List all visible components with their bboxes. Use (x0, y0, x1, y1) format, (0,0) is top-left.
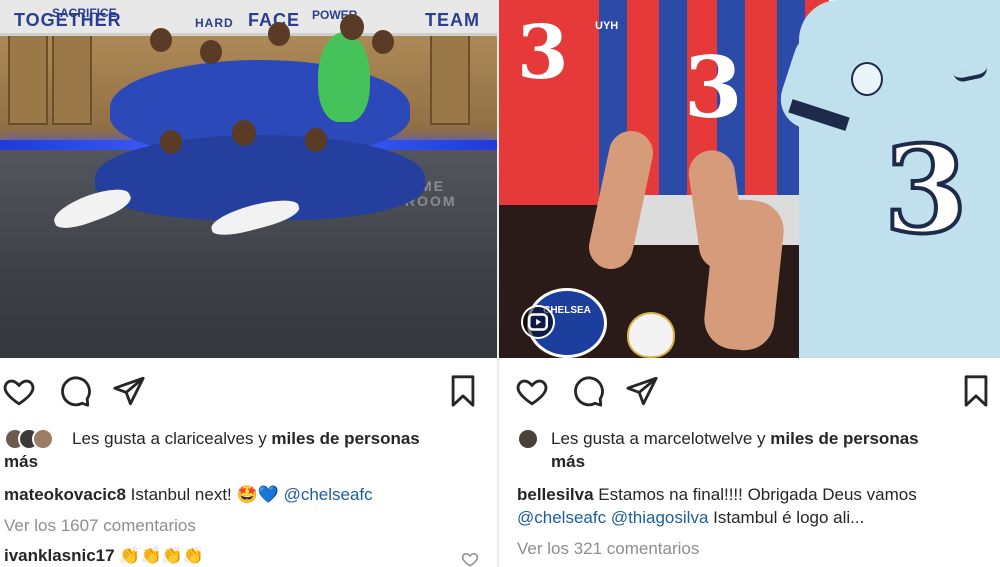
likes-connector: y (258, 429, 267, 448)
likes-others[interactable]: miles de personas (770, 429, 918, 448)
shirt-text: UYH (595, 20, 619, 32)
sponsor-logo: 3 (517, 10, 569, 96)
comment-username[interactable]: ivanklasnic17 (4, 546, 115, 565)
paper-plane-icon[interactable] (625, 374, 659, 408)
caption-mention[interactable]: @thiagosilva (611, 508, 709, 527)
view-comments-link[interactable]: Ver los 321 comentarios (517, 539, 699, 559)
locker-cabinet (8, 30, 48, 125)
chelsea-crest-icon (851, 62, 883, 96)
instagram-post-left: TOGETHER SACRIFICE HARD FACE POWER TEAM … (0, 0, 497, 567)
caption-mention[interactable]: @chelseafc (284, 485, 373, 504)
comment-like-heart-icon[interactable] (461, 550, 479, 567)
likes-others[interactable]: miles de personas (271, 429, 419, 448)
sponsor-logo: 3 (684, 38, 743, 137)
post-caption: bellesilva Estamos na final!!!! Obrigada… (517, 483, 994, 529)
paper-plane-icon[interactable] (112, 374, 146, 408)
comment-row: ivanklasnic17 👏👏👏👏 (4, 546, 204, 566)
comment-bubble-icon[interactable] (58, 374, 92, 408)
avatar[interactable] (517, 428, 539, 450)
post-photo-locker-room[interactable]: TOGETHER SACRIFICE HARD FACE POWER TEAM … (0, 0, 497, 358)
player-head (268, 22, 290, 46)
locker-cabinet (430, 30, 470, 125)
bookmark-icon[interactable] (446, 374, 480, 408)
comment-text: 👏👏👏👏 (119, 546, 204, 565)
likes-text: Les gusta a claricealves y miles de pers… (72, 428, 420, 450)
likes-others-more[interactable]: más (551, 452, 585, 471)
likes-prefix: Les gusta a (72, 429, 160, 448)
player-head (150, 28, 172, 52)
player-head (160, 130, 182, 154)
likes-text: Les gusta a marcelotwelve y miles de per… (551, 428, 919, 450)
caption-username[interactable]: bellesilva (517, 485, 594, 504)
view-comments-link[interactable]: Ver los 1607 comentarios (4, 516, 196, 536)
likes-connector: y (757, 429, 766, 448)
caption-emoji: 🤩💙 (236, 485, 279, 504)
likes-others-more[interactable]: más (4, 452, 38, 471)
banner-word: HARD (195, 16, 234, 30)
post-action-bar (0, 374, 497, 410)
likes-summary: Les gusta a marcelotwelve y miles de per… (517, 428, 992, 474)
caption-text-continued: Istambul é logo ali... (713, 508, 865, 527)
goalkeeper-shirt (318, 32, 370, 122)
player-head (200, 40, 222, 64)
likes-prefix: Les gusta a (551, 429, 639, 448)
likes-text-line2: más (551, 451, 585, 473)
likes-text-line2: más (4, 451, 38, 473)
avatar[interactable] (32, 428, 54, 450)
caption-mention[interactable]: @chelseafc (517, 508, 606, 527)
heart-icon[interactable] (515, 374, 549, 408)
likes-summary: Les gusta a claricealves y miles de pers… (4, 428, 489, 474)
heart-icon[interactable] (2, 374, 36, 408)
post-caption: mateokovacic8 Istanbul next! 🤩💙 @chelsea… (4, 483, 491, 506)
banner-word: TEAM (425, 10, 480, 30)
banner-small-word: SACRIFICE (52, 6, 117, 20)
instagram-post-right: 3 3 UYH 3 CHELSEA Les gusta a marcelotwe… (499, 0, 1000, 567)
reel-play-icon[interactable] (521, 305, 555, 339)
comment-bubble-icon[interactable] (571, 374, 605, 408)
liker-username[interactable]: marcelotwelve (644, 429, 753, 448)
real-madrid-badge (627, 312, 675, 358)
player-head (305, 128, 327, 152)
caption-username[interactable]: mateokovacic8 (4, 485, 126, 504)
post-action-bar (499, 374, 1000, 410)
post-photo-shirts[interactable]: 3 3 UYH 3 CHELSEA (499, 0, 1000, 358)
liker-username[interactable]: claricealves (165, 429, 254, 448)
caption-text: Estamos na final!!!! Obrigada Deus vamos (598, 485, 917, 504)
shirt-stripe (659, 0, 687, 210)
player-head (232, 120, 256, 146)
sponsor-logo: 3 (882, 118, 969, 263)
caption-text: Istanbul next! (130, 485, 232, 504)
player-head (340, 14, 364, 40)
player-head (372, 30, 394, 54)
locker-cabinet (52, 30, 92, 125)
bookmark-icon[interactable] (959, 374, 993, 408)
